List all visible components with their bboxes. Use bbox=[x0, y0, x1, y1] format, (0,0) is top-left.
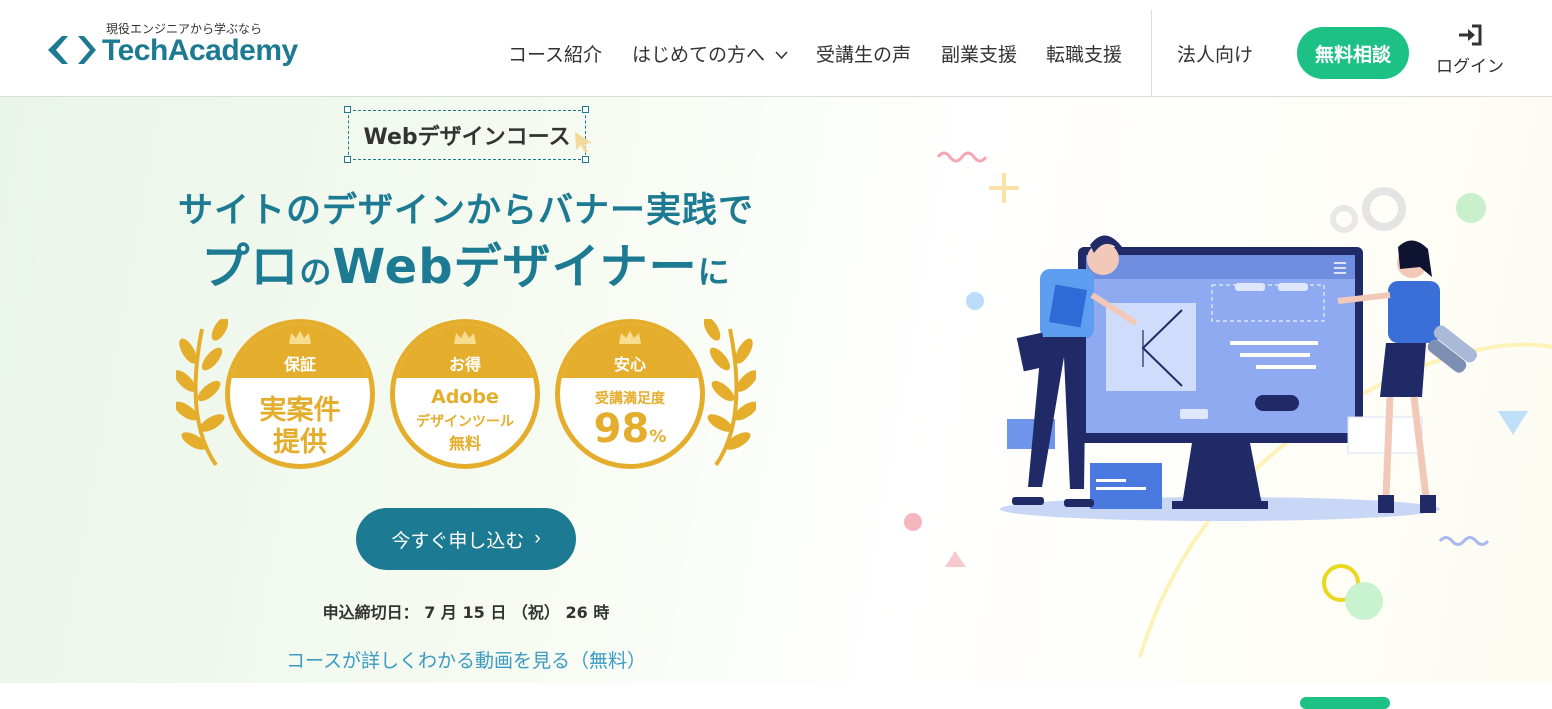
crown-icon bbox=[454, 331, 476, 344]
circle-decoration bbox=[966, 292, 984, 310]
wave-decoration bbox=[936, 151, 988, 163]
satisfaction-number: 98 bbox=[593, 406, 650, 452]
badge-satisfaction-value: 98% bbox=[560, 406, 700, 452]
headline-pro: プロ bbox=[201, 239, 300, 295]
wave-decoration bbox=[1438, 536, 1490, 546]
logo-brackets-icon bbox=[48, 36, 96, 64]
logo-wordmark: TechAcademy bbox=[102, 34, 298, 67]
free-consultation-button[interactable]: 無料相談 bbox=[1297, 27, 1409, 79]
course-tag: Webデザインコース bbox=[348, 110, 586, 160]
nav-voices[interactable]: 受講生の声 bbox=[816, 40, 911, 67]
badge-guarantee-line2: 提供 bbox=[273, 427, 327, 458]
hero-illustration bbox=[904, 151, 1552, 658]
crown-icon bbox=[289, 331, 311, 344]
nav-courses[interactable]: コース紹介 bbox=[508, 40, 602, 67]
techacademy-logo[interactable]: 現役エンジニアから学ぶなら TechAcademy bbox=[48, 20, 308, 76]
badge-satisfaction: 安心 受講満足度 98% bbox=[555, 319, 705, 469]
badge-guarantee-label: 保証 bbox=[283, 355, 316, 374]
circle-decoration bbox=[1456, 193, 1486, 223]
gear-icon bbox=[1330, 205, 1358, 233]
circle-decoration bbox=[904, 513, 922, 531]
badge-value-label: お得 bbox=[448, 355, 481, 374]
badge-value: お得 Adobe デザインツール 無料 bbox=[390, 319, 540, 469]
selection-handle bbox=[582, 106, 589, 113]
badge-guarantee: 保証 実案件 提供 bbox=[225, 319, 375, 469]
nav-beginners-label: はじめての方へ bbox=[632, 44, 766, 66]
badge-value-line1: Adobe bbox=[431, 386, 499, 408]
login-icon bbox=[1459, 24, 1482, 46]
application-deadline: 申込締切日： 7 月 15 日 （祝） 26 時 bbox=[322, 603, 610, 622]
nav-beginners[interactable]: はじめての方へ bbox=[632, 40, 788, 67]
course-tag-label: Webデザインコース bbox=[363, 125, 571, 150]
gear-icon bbox=[1362, 187, 1406, 231]
apply-now-label: 今すぐ申し込む bbox=[391, 530, 525, 552]
login-button[interactable]: ログイン bbox=[1430, 24, 1510, 77]
selection-handle bbox=[344, 106, 351, 113]
nav-divider bbox=[1151, 10, 1152, 96]
chevron-right-icon: › bbox=[534, 528, 541, 549]
satisfaction-unit: % bbox=[649, 427, 667, 447]
hero-headline-line2: プロのWebデザイナーに bbox=[0, 227, 932, 297]
hero-headline-line1: サイトのデザインからバナー実践で bbox=[177, 191, 754, 231]
next-section-button[interactable] bbox=[1300, 697, 1390, 709]
badge-satisfaction-line1: 受講満足度 bbox=[595, 391, 665, 407]
plus-decoration bbox=[989, 173, 1019, 203]
crown-icon bbox=[619, 331, 641, 344]
headline-webdesigner: Webデザイナー bbox=[332, 239, 698, 295]
site-header: 現役エンジニアから学ぶなら TechAcademy コース紹介 はじめての方へ … bbox=[0, 0, 1552, 97]
laurel-left-icon bbox=[176, 319, 228, 467]
triangle-decoration bbox=[1498, 411, 1528, 435]
nav-side-job[interactable]: 副業支援 bbox=[941, 40, 1017, 67]
badge-value-line2: デザインツール bbox=[416, 414, 514, 430]
course-video-link[interactable]: コースが詳しくわかる動画を見る（無料） bbox=[0, 646, 932, 673]
headline-no: の bbox=[299, 253, 333, 291]
apply-now-button[interactable]: 今すぐ申し込む › bbox=[356, 508, 576, 570]
selection-handle bbox=[582, 156, 589, 163]
login-label: ログイン bbox=[1436, 57, 1504, 77]
hero-section: Webデザインコース サイトのデザインからバナー実践で プロのWebデザイナーに bbox=[0, 97, 1552, 683]
headline-ni: に bbox=[697, 253, 731, 291]
nav-career[interactable]: 転職支援 bbox=[1046, 40, 1122, 67]
circle-decoration bbox=[1345, 582, 1383, 620]
nav-corporate[interactable]: 法人向け bbox=[1177, 40, 1253, 67]
badge-value-line3: 無料 bbox=[448, 434, 481, 453]
triangle-decoration bbox=[945, 551, 966, 567]
selection-handle bbox=[344, 156, 351, 163]
cursor-arrow-icon bbox=[575, 132, 592, 153]
chevron-down-icon bbox=[775, 51, 788, 60]
badge-satisfaction-label: 安心 bbox=[613, 355, 646, 374]
laurel-right-icon bbox=[704, 319, 756, 467]
